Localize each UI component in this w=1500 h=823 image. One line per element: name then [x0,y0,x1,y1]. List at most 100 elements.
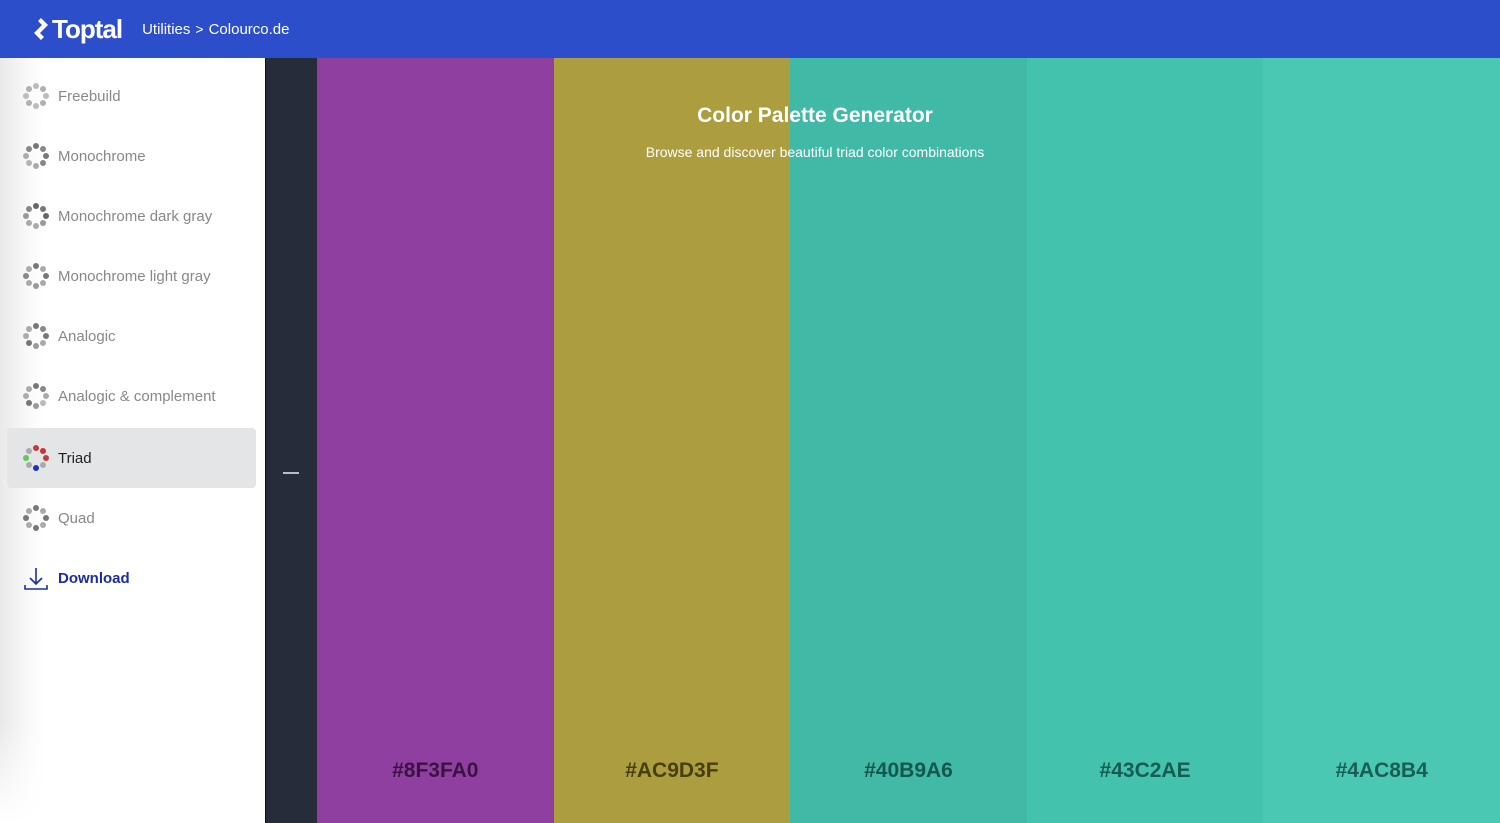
icon-dot [25,220,32,227]
breadcrumb: Utilities > Colourco.de [142,21,289,38]
icon-dot [25,507,32,514]
icon-dot [33,223,39,229]
icon-dot [23,333,29,339]
icon-dot [23,515,29,521]
icon-dot [33,163,39,169]
icon-dot [33,343,39,349]
icon-dot [40,220,47,227]
icon-dot [43,273,49,279]
icon-dot [40,447,47,454]
icon-dot [25,447,32,454]
monochrome-dots-icon [22,142,50,170]
icon-dot [33,465,39,471]
freebuild-dots-icon [22,82,50,110]
icon-dot [40,522,47,529]
icon-dot [43,455,49,461]
page-subtitle: Browse and discover beautiful triad colo… [645,144,985,160]
swatch-hex-label[interactable]: #40B9A6 [790,759,1027,783]
icon-dot [43,213,49,219]
breadcrumb-utilities[interactable]: Utilities [142,21,190,38]
icon-dot [40,340,47,347]
icon-dot [33,83,39,89]
icon-dot [25,340,32,347]
sidebar-item-label: Monochrome light gray [58,267,211,285]
sidebar-item-label: Quad [58,509,95,527]
sidebar-item-label: Analogic & complement [58,387,216,405]
sidebar-item-freebuild[interactable]: Freebuild [7,66,256,126]
color-swatch[interactable]: #AC9D3F [553,58,791,823]
palette-side-strip [265,58,317,823]
sidebar-item-label: Monochrome dark gray [58,207,213,225]
icon-dot [43,333,49,339]
icon-dot [43,93,49,99]
download-icon [24,568,48,590]
breadcrumb-colourcode[interactable]: Colourco.de [209,21,290,38]
icon-dot [25,522,32,529]
color-swatch[interactable]: #8F3FA0 [317,58,554,823]
icon-dot [43,393,49,399]
icon-dot [40,265,47,272]
icon-dot [40,280,47,287]
sidebar-item-quad[interactable]: Quad [7,488,256,548]
sidebar-item-label: Monochrome [58,147,146,165]
analogic-complement-dots-icon [22,382,50,410]
monochrome-light-gray-dots-icon [22,262,50,290]
icon-dot [25,265,32,272]
icon-dot [40,385,47,392]
icon-dot [25,400,32,407]
sidebar-item-triad[interactable]: Triad [7,428,256,488]
icon-dot [33,505,39,511]
sidebar-item-analogic[interactable]: Analogic [7,306,256,366]
icon-dot [25,205,32,212]
icon-dot [33,383,39,389]
triad-dots-icon [22,444,50,472]
icon-dot [33,323,39,329]
analogic-dots-icon [22,322,50,350]
sidebar-item-monochrome-light-gray[interactable]: Monochrome light gray [7,246,256,306]
logo-text: Toptal [52,13,123,44]
icon-dot [40,205,47,212]
download-button[interactable]: Download [7,548,256,608]
icon-dot [33,203,39,209]
swatch-hex-label[interactable]: #AC9D3F [554,759,791,783]
icon-dot [33,403,39,409]
icon-dot [23,93,29,99]
icon-dot [33,283,39,289]
icon-dot [23,393,29,399]
breadcrumb-separator: > [195,21,204,37]
icon-dot [23,213,29,219]
icon-dot [40,507,47,514]
icon-dot [25,100,32,107]
icon-dot [40,325,47,332]
color-swatch[interactable]: #4AC8B4 [1263,58,1500,823]
icon-dot [43,515,49,521]
color-swatch[interactable]: #43C2AE [1026,58,1264,823]
icon-dot [33,103,39,109]
toptal-logo[interactable]: Toptal [32,13,123,45]
sidebar-item-label: Analogic [58,327,116,345]
icon-dot [40,85,47,92]
top-bar: Toptal Utilities > Colourco.de [0,0,1500,58]
sidebar-item-monochrome-dark-gray[interactable]: Monochrome dark gray [7,186,256,246]
icon-dot [33,525,39,531]
icon-dot [23,273,29,279]
sidebar-item-label: Triad [58,449,92,467]
swatch-hex-label[interactable]: #43C2AE [1027,759,1264,783]
icon-dot [33,445,39,451]
swatch-hex-label[interactable]: #8F3FA0 [317,759,554,783]
icon-dot [23,455,29,461]
icon-dot [25,462,32,469]
icon-dot [33,143,39,149]
color-swatch[interactable]: #40B9A6 [790,58,1027,823]
sidebar-item-monochrome[interactable]: Monochrome [7,126,256,186]
drag-handle[interactable] [283,472,299,474]
icon-dot [40,145,47,152]
hero: Color Palette Generator Browse and disco… [317,104,1313,160]
sidebar: Freebuild Monochrome Monochrome dark gra… [0,58,265,823]
sidebar-item-analogic-complement[interactable]: Analogic & complement [7,366,256,426]
icon-dot [40,100,47,107]
page-title: Color Palette Generator [697,104,933,127]
icon-dot [40,160,47,167]
icon-dot [33,263,39,269]
swatch-hex-label[interactable]: #4AC8B4 [1263,759,1500,783]
